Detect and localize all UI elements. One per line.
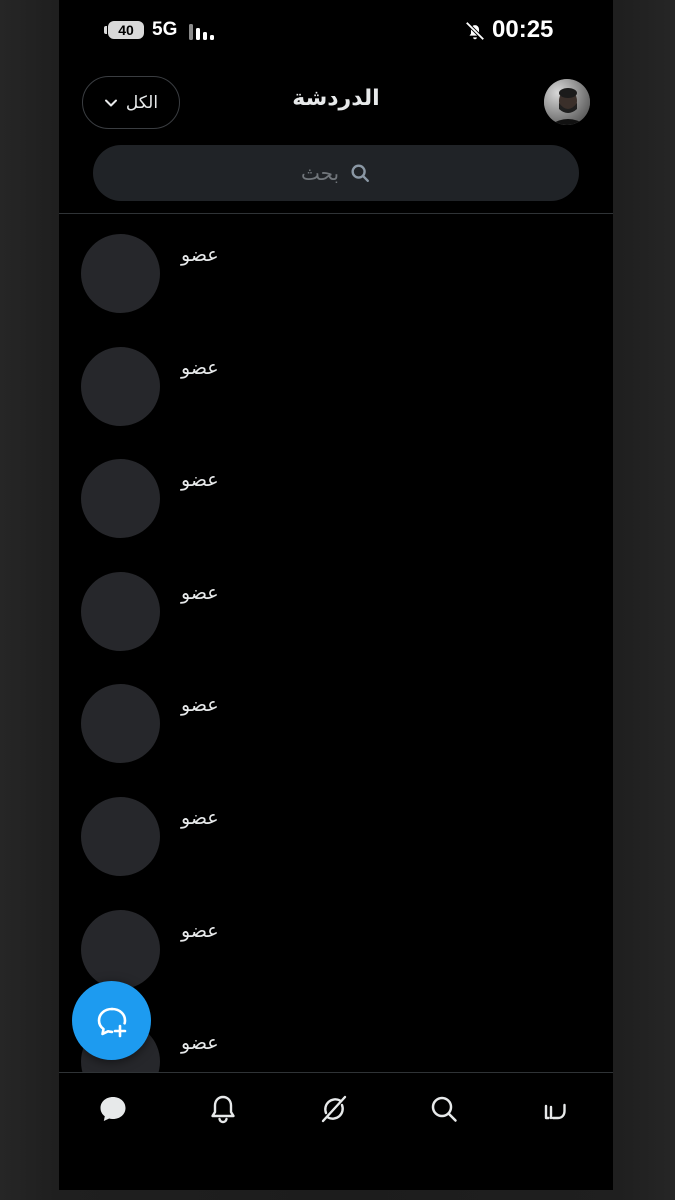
chat-name: عضو: [181, 807, 219, 829]
search-icon: [431, 1096, 457, 1122]
battery-indicator: 40: [108, 21, 144, 39]
nav-notifications[interactable]: [205, 1091, 241, 1127]
chat-avatar: [81, 684, 160, 763]
chat-list-item[interactable]: عضو: [59, 552, 613, 664]
nav-search[interactable]: [426, 1091, 462, 1127]
chat-avatar: [81, 572, 160, 651]
chat-name: عضو: [181, 1032, 219, 1054]
chat-list-item[interactable]: عضو: [59, 664, 613, 776]
chat-list-item[interactable]: عضو: [59, 327, 613, 439]
battery-tip: [104, 26, 107, 34]
chat-avatar: [81, 459, 160, 538]
chat-avatar: [81, 797, 160, 876]
notifications-icon: [211, 1095, 235, 1124]
nav-grok[interactable]: [316, 1091, 352, 1127]
home-icon: [544, 1103, 566, 1120]
chat-list: عضو عضو عضو عضو عضو عضو عضو عضو: [59, 214, 613, 1072]
chat-list-item[interactable]: عضو: [59, 214, 613, 326]
header: الكل الدردشة بحث: [59, 60, 613, 212]
search-icon: [351, 164, 370, 182]
bell-slash-icon: [465, 21, 485, 41]
search-input[interactable]: بحث: [93, 145, 579, 201]
page-title: الدردشة: [292, 86, 380, 111]
chat-avatar: [81, 347, 160, 426]
clock: 00:25: [492, 16, 554, 43]
chat-avatar: [81, 910, 160, 989]
new-message-button[interactable]: [72, 981, 151, 1060]
chat-list-item[interactable]: عضو: [59, 777, 613, 889]
nav-messages[interactable]: [95, 1091, 131, 1127]
messages-icon: [100, 1097, 126, 1121]
search-placeholder: بحث: [300, 161, 340, 185]
chat-name: عضو: [181, 244, 219, 266]
chat-name: عضو: [181, 920, 219, 942]
chat-name: عضو: [181, 357, 219, 379]
bottom-nav: [59, 1072, 613, 1190]
chat-avatar: [81, 234, 160, 313]
new-message-icon: [97, 1007, 126, 1037]
chat-name: عضو: [181, 469, 219, 491]
chat-name: عضو: [181, 582, 219, 604]
profile-avatar[interactable]: [544, 79, 590, 125]
signal-icon: [189, 24, 214, 40]
status-bar: 40 5G 00:25: [59, 0, 613, 60]
chat-list-item[interactable]: عضو: [59, 890, 613, 1002]
network-type: 5G: [152, 19, 178, 40]
profile-photo-icon: [544, 79, 590, 125]
chat-list-item[interactable]: عضو: [59, 439, 613, 551]
phone-screen: 40 5G 00:25 الكل الدردشة بحث عضو عضو عضو…: [59, 0, 613, 1190]
grok-icon: [321, 1095, 347, 1123]
chat-name: عضو: [181, 694, 219, 716]
nav-home[interactable]: [537, 1091, 573, 1127]
